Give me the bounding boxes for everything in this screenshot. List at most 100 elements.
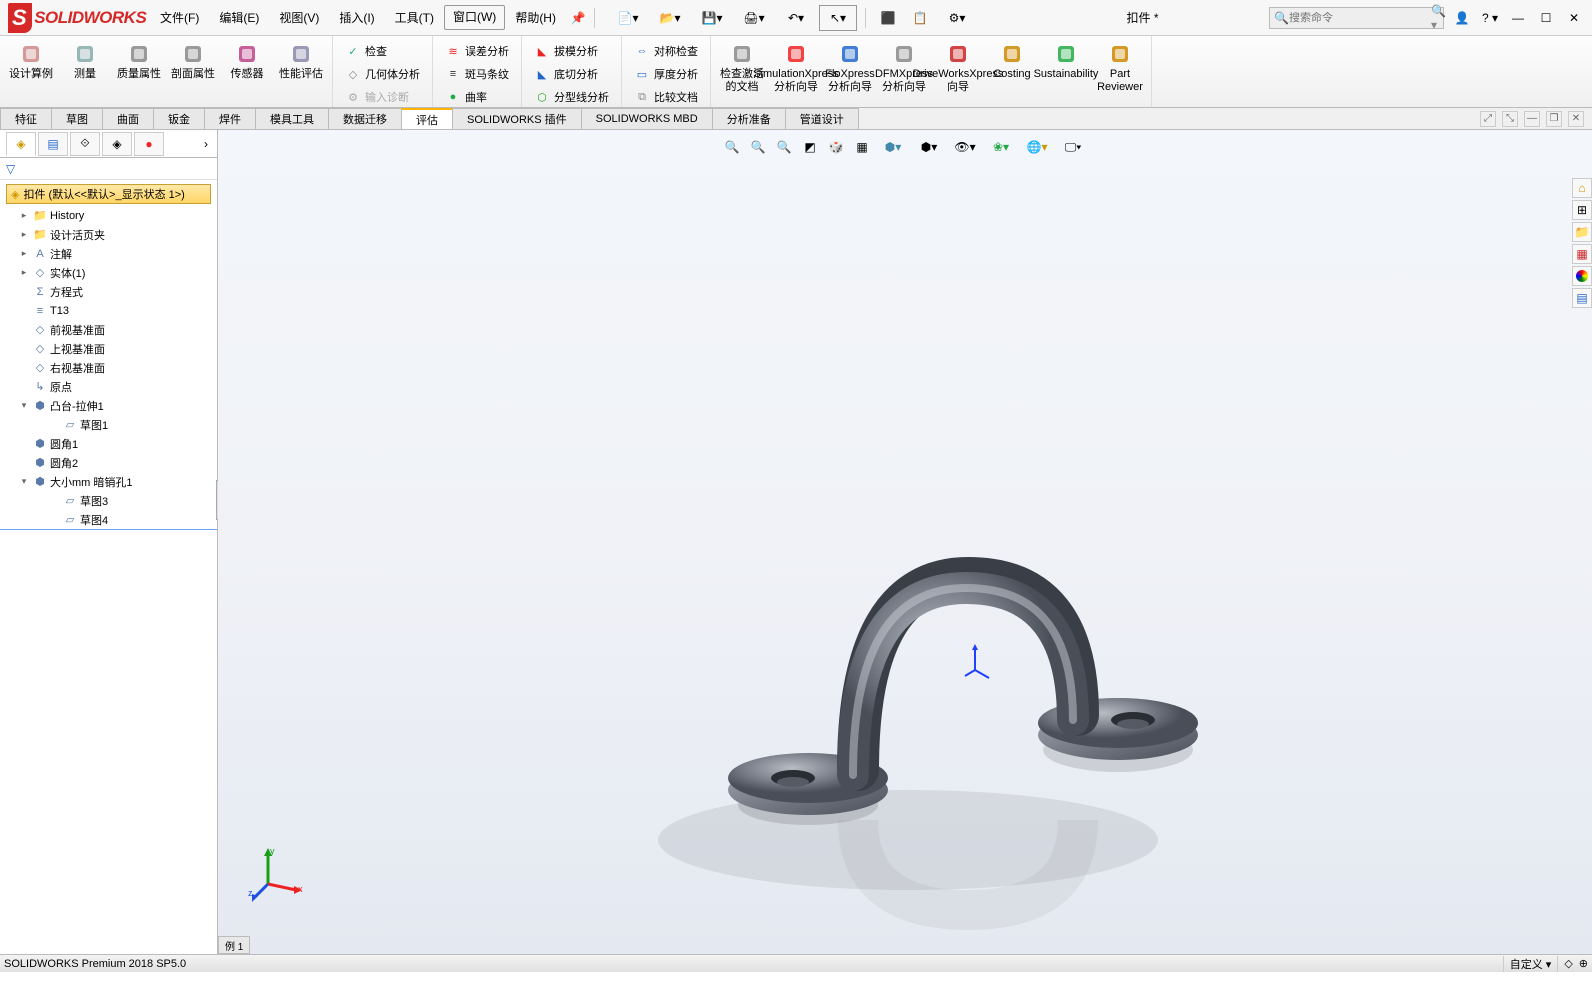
tree-item-History[interactable]: ▸📁History [0,206,217,225]
tree-tab-appearance[interactable]: ● [134,132,164,156]
rebuild-button[interactable]: ⬛ [874,5,902,31]
menu-工具[interactable]: 工具(T) [385,5,444,30]
menu-插入[interactable]: 插入(I) [329,5,384,30]
tree-item-草图3[interactable]: ▱草图3 [0,491,217,510]
hide-show-button[interactable]: ⬢▾ [877,136,909,158]
menu-帮助[interactable]: 帮助(H) [505,5,566,30]
menu-编辑[interactable]: 编辑(E) [209,5,269,30]
ribbon-Sustainability[interactable]: Sustainability [1039,38,1093,85]
tab-模具工具[interactable]: 模具工具 [255,108,329,129]
tree-tab-more[interactable]: › [195,137,217,151]
tree-item-圆角2[interactable]: ⬢圆角2 [0,453,217,472]
zoom-fit-button[interactable]: 🔍 [721,136,743,158]
tree-toggle[interactable]: ▸ [18,210,30,221]
doc-close-button[interactable]: ✕ [1568,111,1584,127]
tree-item-圆角1[interactable]: ⬢圆角1 [0,434,217,453]
edit-appearance-button[interactable]: ⬢▾ [913,136,945,158]
viewport-tab[interactable]: 例 1 [218,936,250,954]
tree-tab-properties[interactable]: ▤ [38,132,68,156]
print-button[interactable]: 🖨▾ [735,5,773,31]
ribbon-曲率[interactable]: ●曲率 [439,86,515,108]
tree-item-草图1[interactable]: ▱草图1 [0,415,217,434]
settings-button[interactable]: ⚙▾ [938,5,976,31]
status-lock-icon[interactable]: ◇ [1564,957,1572,970]
ribbon-PartReviewer[interactable]: Part Reviewer [1093,38,1147,98]
menu-视图[interactable]: 视图(V) [269,5,329,30]
ribbon-传感器[interactable]: 传感器 [220,38,274,85]
ribbon-拔模分析[interactable]: ◣拔模分析 [528,40,615,62]
tab-特征[interactable]: 特征 [0,108,52,129]
scene-button[interactable]: 👁▾ [949,136,981,158]
search-box[interactable]: 🔍 🔍▾ [1269,7,1444,29]
side-resources-button[interactable]: ⊞ [1572,200,1592,220]
3d-viewport[interactable]: 🔍 🔍 🔍 ◩ 🎲 ▦ ⬢▾ ⬢▾ 👁▾ ❀▾ 🌐▾ 🖵▾ [218,130,1592,954]
ribbon-FloXpress分析向导[interactable]: FloXpress 分析向导 [823,38,877,98]
tree-tab-features[interactable]: ◈ [6,132,36,156]
tree-item-设计活页夹[interactable]: ▸📁设计活页夹 [0,225,217,244]
expand-left-button[interactable]: ⤢ [1480,111,1496,127]
open-button[interactable]: 📂▾ [651,5,689,31]
tab-评估[interactable]: 评估 [401,108,453,129]
tree-toggle[interactable]: ▸ [18,267,30,278]
ribbon-检查[interactable]: ✓检查 [339,40,426,62]
tree-tab-config[interactable]: ⟐ [70,132,100,156]
ribbon-设计算例[interactable]: 设计算例 [4,38,58,85]
doc-minimize-button[interactable]: — [1524,111,1540,127]
user-button[interactable]: 👤 [1452,8,1472,28]
ribbon-对称检查[interactable]: ⇔对称检查 [628,40,704,62]
side-library-button[interactable]: 📁 [1572,222,1592,242]
maximize-button[interactable]: ☐ [1536,8,1556,28]
display-style-button[interactable]: ▦ [851,136,873,158]
tree-item-方程式[interactable]: Σ方程式 [0,282,217,301]
tree-filter[interactable]: ▽ [0,158,217,180]
tab-草图[interactable]: 草图 [51,108,103,129]
tree-item-实体(1)[interactable]: ▸◇实体(1) [0,263,217,282]
ribbon-DriveWorksXpress向导[interactable]: DriveWorksXpress 向导 [931,38,985,98]
tab-曲面[interactable]: 曲面 [102,108,154,129]
status-units-button[interactable]: ⊕ [1579,957,1588,970]
tree-toggle[interactable]: ▸ [18,229,30,240]
screen-button[interactable]: 🖵▾ [1057,136,1089,158]
options-button[interactable]: 📋 [906,5,934,31]
tab-焊件[interactable]: 焊件 [204,108,256,129]
tree-item-注解[interactable]: ▸A注解 [0,244,217,263]
view-settings-button[interactable]: 🌐▾ [1021,136,1053,158]
tree-tab-dimx[interactable]: ◈ [102,132,132,156]
side-view-palette-button[interactable]: ▦ [1572,244,1592,264]
expand-right-button[interactable]: ⤡ [1502,111,1518,127]
ribbon-厚度分析[interactable]: ▭厚度分析 [628,63,704,85]
search-dropdown-icon[interactable]: 🔍▾ [1431,4,1446,32]
side-custom-button[interactable]: ▤ [1572,288,1592,308]
help-button[interactable]: ? ▾ [1480,8,1500,28]
doc-restore-button[interactable]: ❐ [1546,111,1562,127]
ribbon-测量[interactable]: 测量 [58,38,112,85]
tab-钣金[interactable]: 钣金 [153,108,205,129]
tab-分析准备[interactable]: 分析准备 [712,108,786,129]
tree-item-上视基准面[interactable]: ◇上视基准面 [0,339,217,358]
close-button[interactable]: ✕ [1564,8,1584,28]
tree-toggle[interactable]: ▾ [18,476,30,487]
ribbon-几何体分析[interactable]: ◇几何体分析 [339,63,426,85]
section-view-button[interactable]: ◩ [799,136,821,158]
apply-scene-button[interactable]: ❀▾ [985,136,1017,158]
tree-item-草图4[interactable]: ▱草图4 [0,510,217,529]
tab-管道设计[interactable]: 管道设计 [785,108,859,129]
tree-item-前视基准面[interactable]: ◇前视基准面 [0,320,217,339]
status-custom-button[interactable]: 自定义 ▾ [1503,956,1559,972]
ribbon-性能评估[interactable]: 性能评估 [274,38,328,85]
ribbon-斑马条纹[interactable]: ≡斑马条纹 [439,63,515,85]
tree-toggle[interactable]: ▾ [18,400,30,411]
menu-文件[interactable]: 文件(F) [150,5,209,30]
pin-icon[interactable]: 📌 [566,11,590,25]
save-button[interactable]: 💾▾ [693,5,731,31]
ribbon-Costing[interactable]: Costing [985,38,1039,85]
tree-item-右视基准面[interactable]: ◇右视基准面 [0,358,217,377]
new-button[interactable]: 📄▾ [609,5,647,31]
zoom-area-button[interactable]: 🔍 [747,136,769,158]
side-appearance-button[interactable] [1572,266,1592,286]
select-button[interactable]: ↖▾ [819,5,857,31]
view-triad[interactable]: y x z [248,844,308,904]
undo-button[interactable]: ↶▾ [777,5,815,31]
view-orient-button[interactable]: 🎲 [825,136,847,158]
ribbon-误差分析[interactable]: ≋误差分析 [439,40,515,62]
